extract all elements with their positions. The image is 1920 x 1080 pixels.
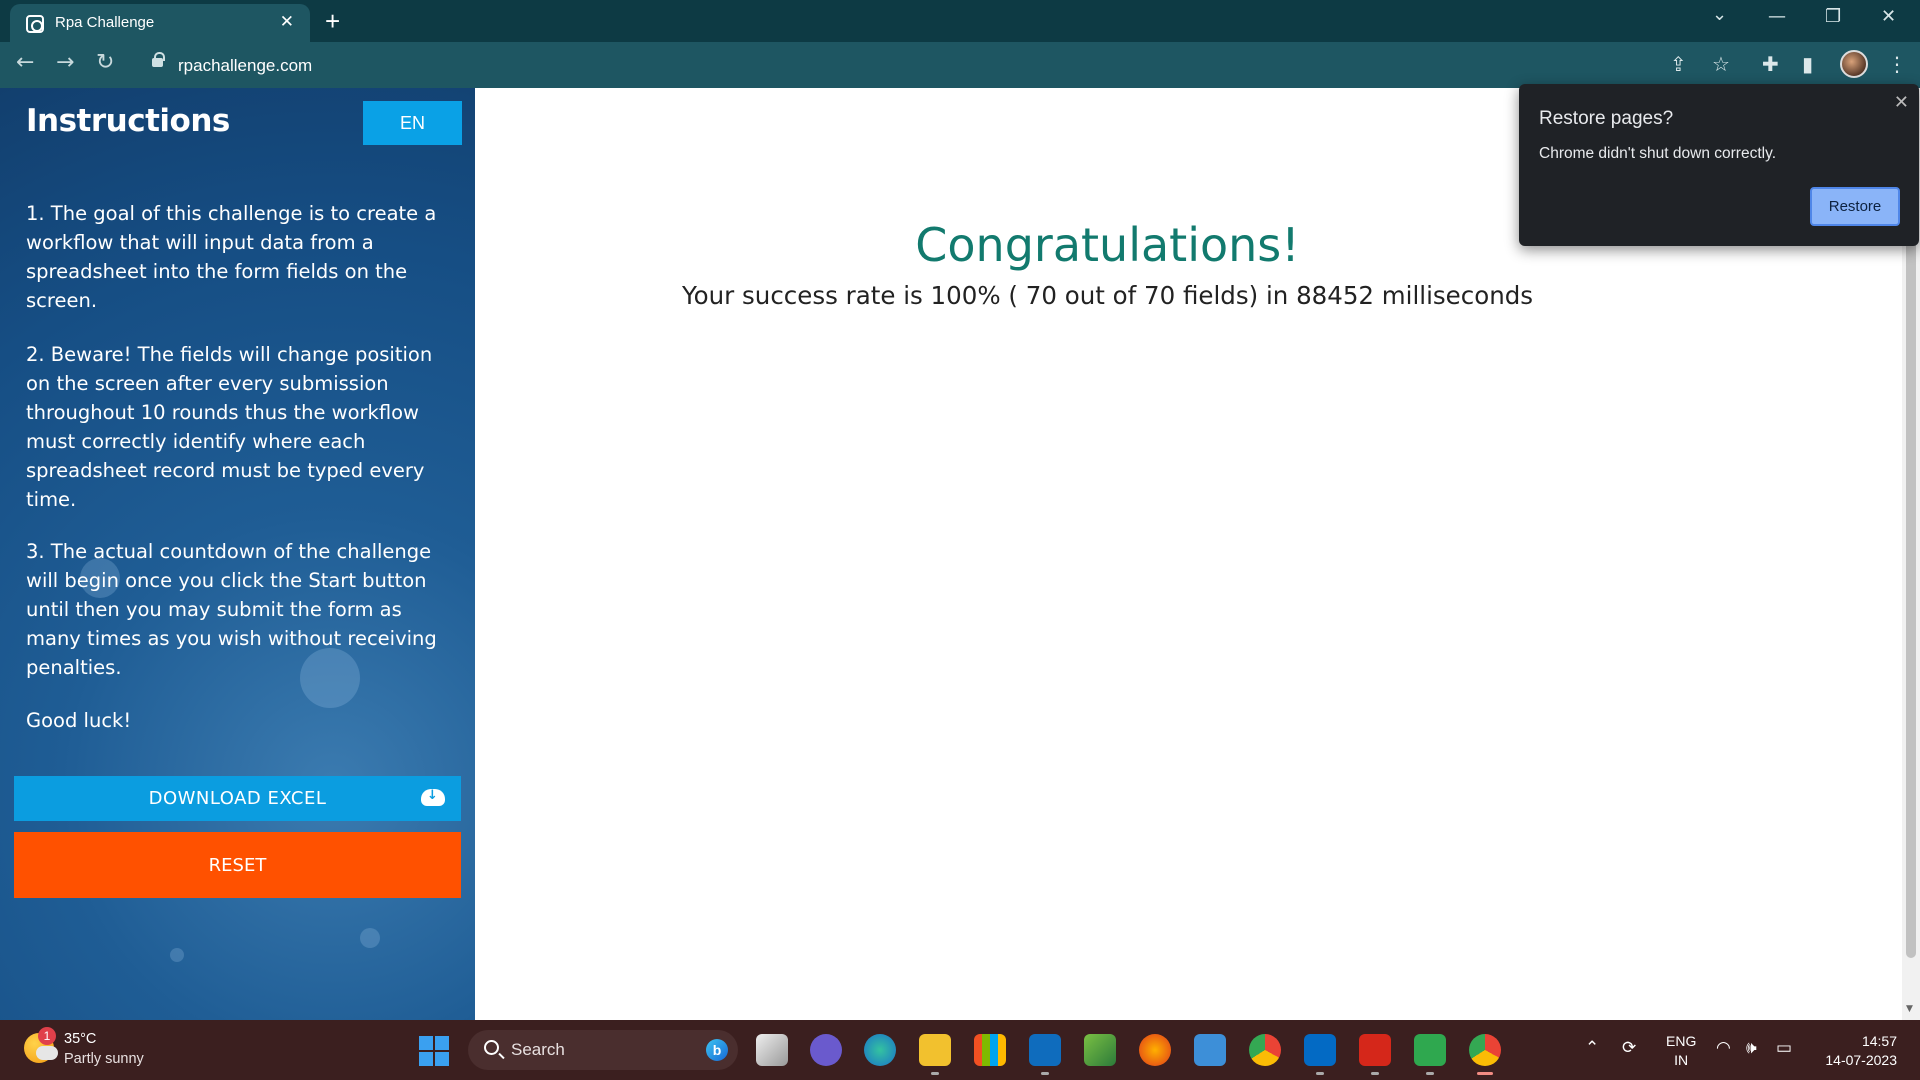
outlook-icon[interactable] <box>1029 1034 1061 1066</box>
teams-chat-icon[interactable] <box>810 1034 842 1066</box>
language-code: ENG <box>1666 1033 1697 1049</box>
extensions-puzzle-icon[interactable]: ✚ <box>1762 52 1779 76</box>
media-player-running-indicator <box>1426 1072 1434 1075</box>
sharepoint-running-indicator <box>1316 1072 1324 1075</box>
sharepoint-icon[interactable] <box>1304 1034 1336 1066</box>
side-panel-icon[interactable]: ▮ <box>1802 52 1813 76</box>
cloud-icon <box>36 1046 58 1060</box>
language-button[interactable]: EN <box>363 101 462 145</box>
popup-message: Chrome didn't shut down correctly. <box>1539 145 1776 162</box>
menu-kebab-icon[interactable]: ⋮ <box>1887 52 1907 76</box>
reset-label: RESET <box>208 854 267 876</box>
popup-title: Restore pages? <box>1539 108 1674 129</box>
edge-icon[interactable] <box>864 1034 896 1066</box>
clock-date: 14-07-2023 <box>1825 1052 1897 1068</box>
success-rate-message: Your success rate is 100% ( 70 out of 70… <box>681 281 1534 310</box>
cloud-download-icon <box>421 788 445 806</box>
profile-avatar[interactable] <box>1840 50 1868 78</box>
file-explorer-running-indicator <box>931 1072 939 1075</box>
minimize-icon[interactable]: — <box>1768 6 1786 27</box>
battery-icon[interactable]: ▭ <box>1776 1038 1792 1058</box>
reload-icon[interactable]: ↻ <box>96 50 114 75</box>
taskbar-search[interactable]: Search b <box>468 1030 738 1070</box>
scroll-down-arrow-icon[interactable]: ▼ <box>1906 1004 1913 1014</box>
chrome-active-indicator <box>1477 1072 1493 1075</box>
download-excel-button[interactable]: DOWNLOAD EXCEL <box>14 776 461 821</box>
wifi-icon[interactable]: ◠ <box>1716 1038 1731 1058</box>
system-clock[interactable]: 14:57 14-07-2023 <box>1815 1032 1897 1070</box>
instruction-step-1: 1. The goal of this challenge is to crea… <box>26 202 437 312</box>
chrome-icon[interactable] <box>1249 1034 1281 1066</box>
download-excel-label: DOWNLOAD EXCEL <box>148 788 327 809</box>
search-icon <box>484 1040 499 1055</box>
lock-icon[interactable] <box>152 52 165 67</box>
bing-icon[interactable]: b <box>706 1039 728 1061</box>
sync-icon[interactable]: ⟳ <box>1622 1038 1636 1058</box>
instruction-step-3: 3. The actual countdown of the challenge… <box>26 540 437 679</box>
instructions-title: Instructions <box>26 103 230 139</box>
instructions-sidebar: Instructions EN 1. The goal of this chal… <box>0 88 475 1020</box>
restore-button[interactable]: Restore <box>1810 187 1900 226</box>
outlook-running-indicator <box>1041 1072 1049 1075</box>
back-icon[interactable]: ← <box>16 50 34 75</box>
decorative-bubble <box>170 948 184 962</box>
search-label: Search <box>511 1040 565 1059</box>
weather-condition: Partly sunny <box>64 1051 144 1067</box>
rpa-favicon-icon <box>26 15 44 33</box>
input-language[interactable]: ENG IN <box>1666 1032 1696 1070</box>
windows-start-icon[interactable] <box>419 1036 449 1066</box>
url-text[interactable]: rpachallenge.com <box>178 56 312 76</box>
notepad-icon[interactable] <box>1194 1034 1226 1066</box>
chrome-active-icon[interactable] <box>1469 1034 1501 1066</box>
media-player-icon[interactable] <box>1414 1034 1446 1066</box>
weather-badge: 1 <box>38 1027 56 1045</box>
clock-time: 14:57 <box>1861 1033 1897 1049</box>
restore-pages-popup: ✕ Restore pages? Chrome didn't shut down… <box>1519 84 1919 246</box>
instruction-step-2: 2. Beware! The fields will change positi… <box>26 343 433 511</box>
decorative-bubble <box>360 928 380 948</box>
scrollbar-thumb[interactable] <box>1906 238 1916 958</box>
close-window-icon[interactable]: ✕ <box>1881 6 1896 27</box>
share-icon[interactable]: ⇪ <box>1670 52 1687 76</box>
volume-icon[interactable]: 🕪 <box>1746 1038 1757 1058</box>
windows-taskbar: 1 35°C Partly sunny Search b ⌃ ⟳ ENG IN … <box>0 1020 1920 1080</box>
popup-close-icon[interactable]: ✕ <box>1894 92 1909 113</box>
microsoft-store-icon[interactable] <box>974 1034 1006 1066</box>
reset-button[interactable]: RESET <box>14 832 461 898</box>
forward-icon[interactable]: → <box>56 50 74 75</box>
file-explorer-icon[interactable] <box>919 1034 951 1066</box>
browser-tab[interactable]: Rpa Challenge ✕ <box>10 4 310 42</box>
task-view-icon[interactable] <box>756 1034 788 1066</box>
temperature: 35°C <box>64 1031 97 1047</box>
address-bar[interactable]: rpachallenge.com <box>136 48 1661 82</box>
firefox-icon[interactable] <box>1139 1034 1171 1066</box>
bookmark-star-icon[interactable]: ☆ <box>1712 52 1730 76</box>
acrobat-icon[interactable] <box>1359 1034 1391 1066</box>
tab-close-icon[interactable]: ✕ <box>280 12 294 32</box>
show-hidden-icons-chevron-icon[interactable]: ⌃ <box>1585 1038 1599 1058</box>
new-tab-button[interactable]: + <box>325 6 340 37</box>
tab-title: Rpa Challenge <box>55 14 155 31</box>
browser-tabstrip: Rpa Challenge ✕ + ⌄ — ❐ ✕ <box>0 0 1920 42</box>
restore-window-icon[interactable]: ❐ <box>1825 6 1841 27</box>
tab-search-icon[interactable]: ⌄ <box>1712 4 1727 25</box>
browser-toolbar: ← → ↻ rpachallenge.com ⇪ ☆ ✚ ▮ ⋮ <box>0 42 1920 88</box>
photos-icon[interactable] <box>1084 1034 1116 1066</box>
good-luck-text: Good luck! <box>26 709 132 732</box>
acrobat-running-indicator <box>1371 1072 1379 1075</box>
region-code: IN <box>1674 1052 1689 1068</box>
